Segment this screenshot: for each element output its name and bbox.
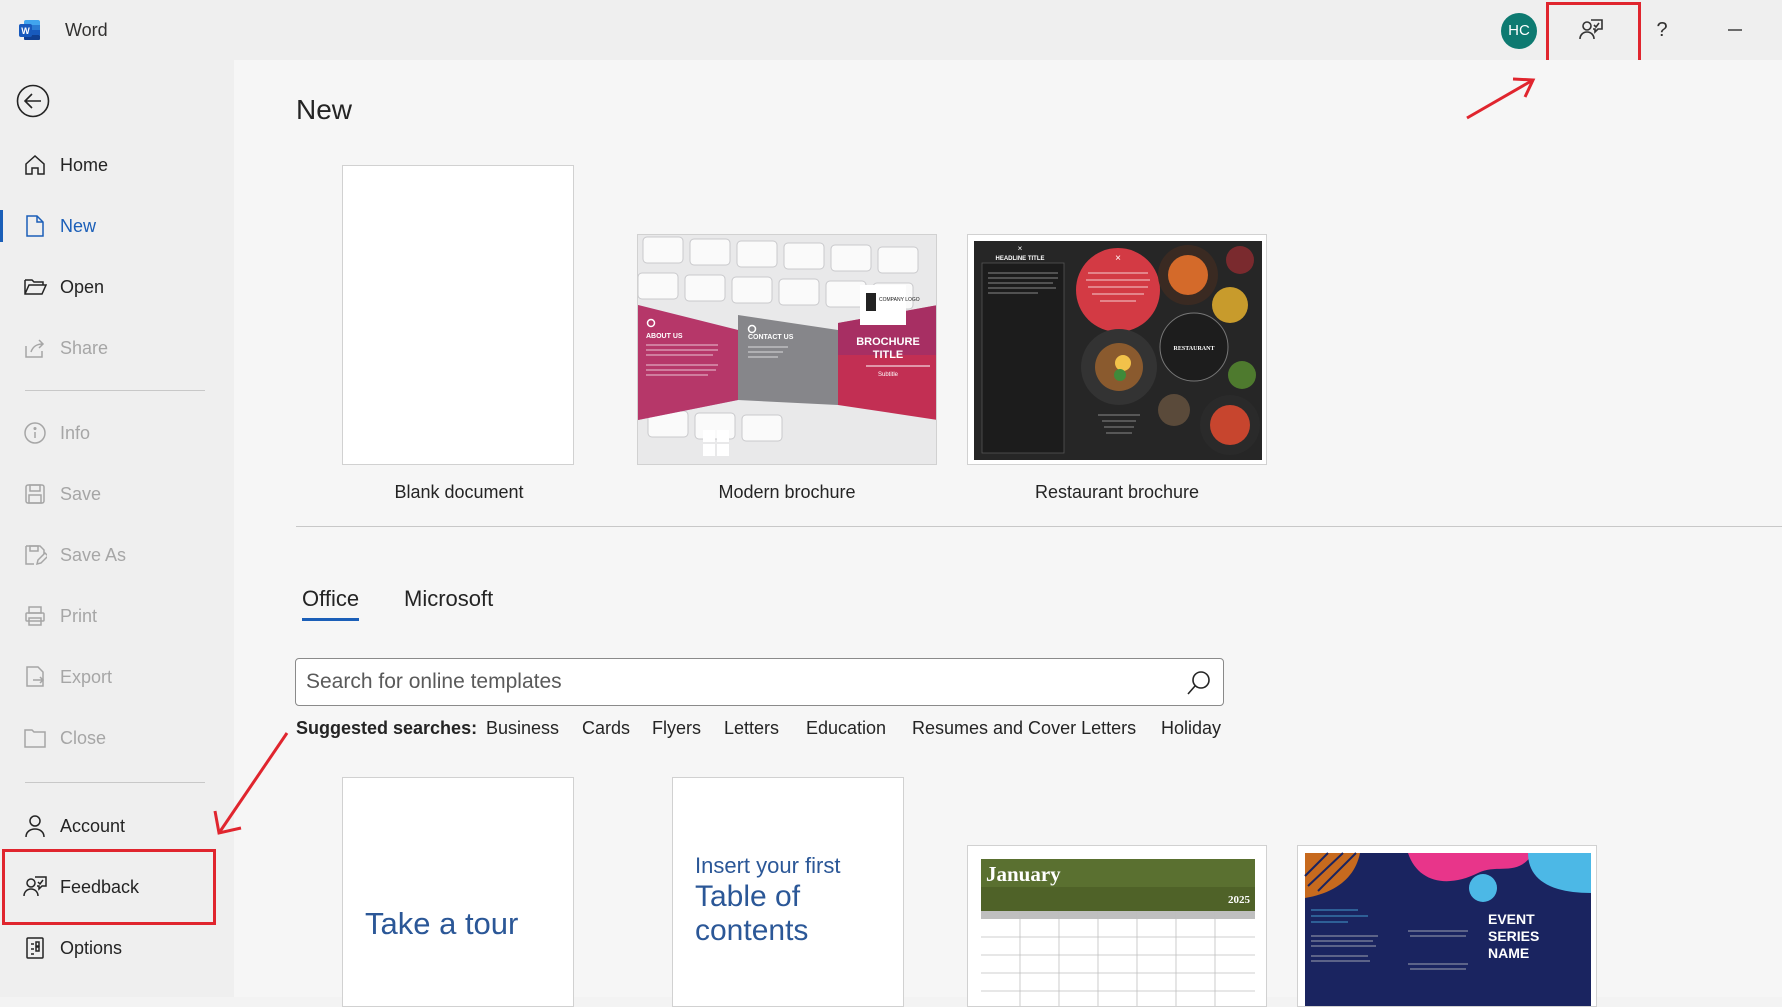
tour-text: Take a tour xyxy=(365,906,519,941)
options-icon xyxy=(26,937,44,959)
suggested-link-resumes[interactable]: Resumes and Cover Letters xyxy=(912,718,1136,739)
toc-line3: contents xyxy=(695,914,809,947)
svg-text:W: W xyxy=(21,26,30,36)
restaurant-brochure-thumbnail: × HEADLINE TITLE × RESTAURANT xyxy=(968,235,1266,464)
sidebar-item-print[interactable]: Print xyxy=(0,591,234,641)
template-restaurant-brochure[interactable]: × HEADLINE TITLE × RESTAURANT xyxy=(967,234,1267,465)
search-input[interactable] xyxy=(306,667,1166,697)
sidebar-item-label: Account xyxy=(60,815,126,836)
minimize-button[interactable] xyxy=(1700,0,1770,60)
sidebar-item-account[interactable]: Account xyxy=(0,801,234,851)
restaurant-headline: HEADLINE TITLE xyxy=(996,256,1045,262)
event-title-line2: SERIES xyxy=(1488,928,1539,944)
calendar-thumbnail: January 2025 xyxy=(981,859,1255,1006)
calendar-month: January xyxy=(986,862,1061,886)
section-divider xyxy=(296,526,1782,527)
modern-brochure-thumbnail: COMPANY LOGO BROCHURE TITLE Subtitle ABO… xyxy=(638,235,936,464)
template-blank-document[interactable] xyxy=(342,165,574,465)
search-icon[interactable] xyxy=(1185,669,1213,697)
sidebar-item-save-as[interactable]: Save As xyxy=(0,530,234,580)
sidebar-item-label: Open xyxy=(60,276,105,297)
new-document-icon xyxy=(26,215,44,237)
suggested-link-flyers[interactable]: Flyers xyxy=(652,718,701,739)
sidebar-item-label: Info xyxy=(60,422,91,443)
home-icon xyxy=(25,154,45,175)
restaurant-badge-text: RESTAURANT xyxy=(1174,346,1215,352)
sidebar-item-label: Print xyxy=(60,605,98,626)
highlight-box-feedback-sidebar xyxy=(2,849,216,925)
sidebar-item-label: New xyxy=(60,215,97,236)
sidebar-item-new[interactable]: New xyxy=(0,201,234,251)
word-logo-icon: W xyxy=(19,20,40,40)
save-icon xyxy=(25,484,45,504)
event-series-thumbnail: EVENT SERIES NAME xyxy=(1304,852,1591,1006)
brochure-about-heading: ABOUT US xyxy=(646,333,683,340)
sidebar-item-options[interactable]: Options xyxy=(0,923,234,973)
sidebar-item-label: Options xyxy=(60,937,123,958)
sidebar-item-home[interactable]: Home xyxy=(0,140,234,190)
user-avatar[interactable]: HC xyxy=(1501,13,1537,49)
event-title-line1: EVENT xyxy=(1488,911,1535,927)
template-modern-brochure[interactable]: COMPANY LOGO BROCHURE TITLE Subtitle ABO… xyxy=(637,234,937,465)
template-event-series[interactable]: EVENT SERIES NAME xyxy=(1297,845,1597,1007)
template-calendar[interactable]: January 2025 xyxy=(967,845,1267,1007)
sidebar-item-info[interactable]: Info xyxy=(0,408,234,458)
sidebar-item-label: Save As xyxy=(60,544,127,565)
sidebar-divider xyxy=(25,390,205,391)
printer-icon xyxy=(25,606,45,626)
calendar-year: 2025 xyxy=(1228,894,1251,906)
template-label: Blank document xyxy=(394,482,524,502)
template-table-of-contents[interactable]: Insert your first Table of contents xyxy=(672,777,904,1007)
help-button[interactable]: ? xyxy=(1627,0,1697,60)
template-label: Restaurant brochure xyxy=(1034,482,1200,502)
suggested-link-cards[interactable]: Cards xyxy=(582,718,630,739)
save-as-icon xyxy=(25,545,47,566)
sidebar-item-label: Share xyxy=(60,337,109,358)
sidebar-item-label: Home xyxy=(60,154,109,175)
close-folder-icon xyxy=(24,729,46,748)
account-icon xyxy=(25,815,45,838)
brochure-contact-heading: CONTACT US xyxy=(748,334,794,341)
event-title-line3: NAME xyxy=(1488,945,1529,961)
tab-office[interactable]: Office xyxy=(302,586,360,621)
sidebar-item-label: Save xyxy=(60,483,102,504)
suggested-link-business[interactable]: Business xyxy=(486,718,559,739)
sidebar-item-close[interactable]: Close xyxy=(0,713,234,763)
title-bar: W Word HC ? xyxy=(0,0,1782,79)
tab-microsoft[interactable]: Microsoft xyxy=(404,586,493,612)
export-icon xyxy=(26,666,45,687)
share-icon xyxy=(25,339,45,358)
toc-line1: Insert your first xyxy=(695,853,841,878)
backstage-sidebar: Home New Open Share Info Save Save As Pr… xyxy=(0,60,234,997)
brochure-title-line2: TITLE xyxy=(873,349,904,361)
svg-text:×: × xyxy=(1018,244,1023,253)
suggested-searches-label: Suggested searches: xyxy=(296,718,478,738)
sidebar-item-label: Export xyxy=(60,666,113,687)
suggested-link-holiday[interactable]: Holiday xyxy=(1161,718,1221,739)
brochure-subtitle: Subtitle xyxy=(878,372,899,378)
info-icon xyxy=(24,422,46,444)
suggested-link-education[interactable]: Education xyxy=(806,718,886,739)
app-title: Word xyxy=(65,20,108,40)
svg-text:×: × xyxy=(1115,253,1121,264)
back-arrow-icon[interactable] xyxy=(16,84,50,118)
folder-open-icon xyxy=(24,279,47,295)
sidebar-item-label: Close xyxy=(60,727,107,748)
new-pane: New Blank document COMPANY LOGO BROCHURE… xyxy=(234,60,1782,1007)
brochure-logo-text: COMPANY LOGO xyxy=(879,297,920,303)
toc-line2: Table of xyxy=(695,880,801,913)
sidebar-item-export[interactable]: Export xyxy=(0,652,234,702)
brochure-title-line1: BROCHURE xyxy=(856,336,920,348)
sidebar-item-share[interactable]: Share xyxy=(0,323,234,373)
page-title: New xyxy=(296,94,353,125)
sidebar-item-save[interactable]: Save xyxy=(0,469,234,519)
sidebar-item-open[interactable]: Open xyxy=(0,262,234,312)
minimize-icon xyxy=(1728,29,1742,31)
template-search-box xyxy=(295,658,1224,706)
sidebar-divider xyxy=(25,782,205,783)
template-take-a-tour[interactable]: Take a tour xyxy=(342,777,574,1007)
template-label: Modern brochure xyxy=(718,482,856,502)
suggested-link-letters[interactable]: Letters xyxy=(724,718,779,739)
